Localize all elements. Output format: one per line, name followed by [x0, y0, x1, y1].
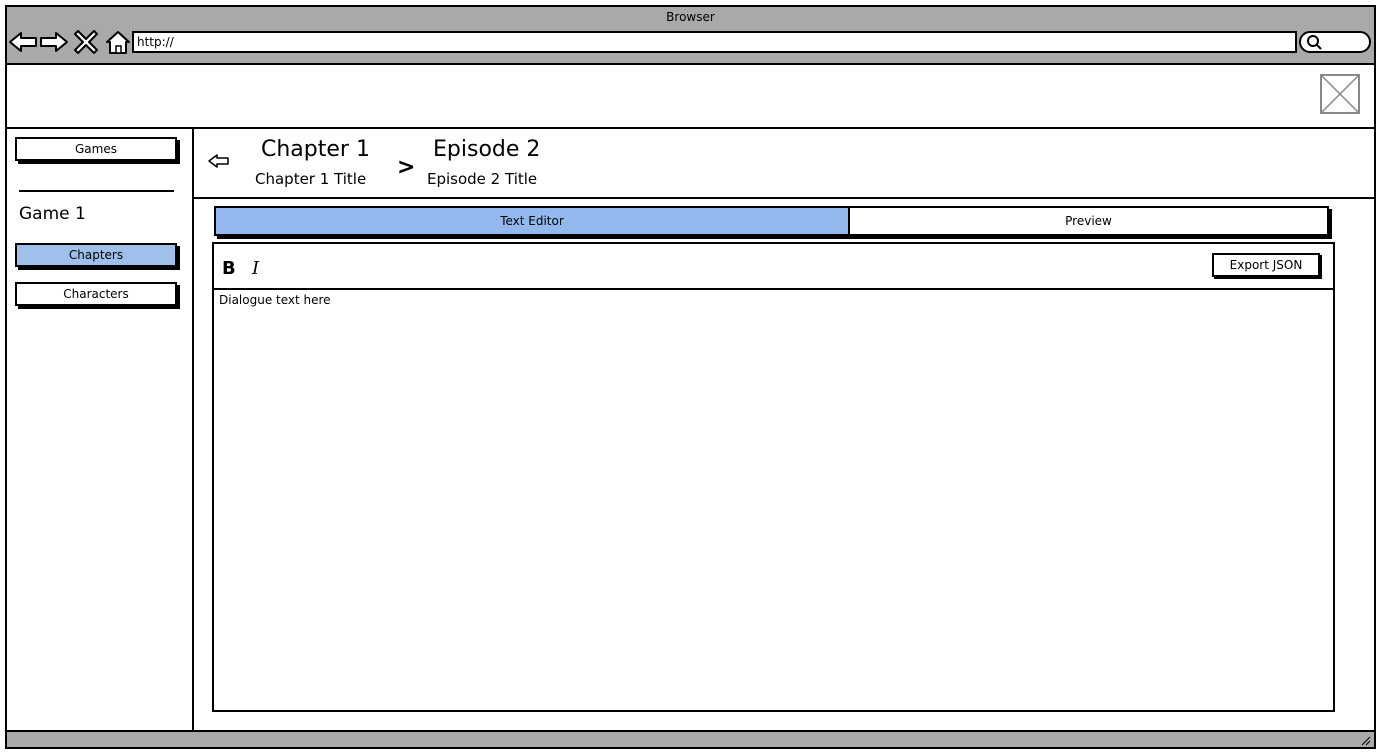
forward-arrow-icon[interactable] — [39, 29, 69, 55]
window-title: Browser — [666, 10, 715, 24]
sidebar: Games Game 1 Chapters Characters — [7, 129, 194, 730]
app-header — [7, 65, 1374, 129]
episode-subtitle: Episode 2 Title — [427, 170, 538, 188]
games-button[interactable]: Games — [15, 137, 177, 161]
bold-button[interactable]: B — [222, 258, 236, 279]
status-bar — [7, 730, 1374, 747]
back-arrow-icon[interactable] — [8, 29, 38, 55]
image-placeholder-icon — [1320, 74, 1360, 114]
breadcrumb-separator: > — [397, 155, 416, 180]
tab-preview[interactable]: Preview — [850, 208, 1327, 234]
episode-title[interactable]: Episode 2 — [433, 137, 540, 162]
resize-grip-icon[interactable] — [1359, 734, 1371, 746]
game-title: Game 1 — [19, 204, 86, 224]
export-json-button[interactable]: Export JSON — [1212, 253, 1320, 277]
editor-toolbar: B I Export JSON — [214, 244, 1333, 290]
search-field[interactable] — [1299, 31, 1371, 53]
dialogue-textarea[interactable]: Dialogue text here — [214, 290, 1333, 710]
text-editor: B I Export JSON Dialogue text here — [212, 242, 1335, 712]
home-icon[interactable] — [105, 29, 131, 55]
back-arrow-icon[interactable] — [208, 153, 230, 169]
chapter-subtitle: Chapter 1 Title — [255, 170, 367, 188]
tab-text-editor[interactable]: Text Editor — [216, 208, 850, 234]
browser-window: Browser http:// Games Game 1 Chapters Ch… — [5, 5, 1376, 749]
browser-chrome: Browser http:// — [7, 7, 1374, 65]
sidebar-divider — [19, 190, 174, 192]
chapter-title[interactable]: Chapter 1 — [261, 137, 370, 162]
editor-tabs: Text Editor Preview — [214, 206, 1329, 236]
italic-button[interactable]: I — [252, 258, 259, 279]
breadcrumb: Chapter 1 Chapter 1 Title > Episode 2 Ep… — [194, 129, 1374, 199]
sidebar-item-chapters[interactable]: Chapters — [15, 243, 177, 267]
sidebar-item-characters[interactable]: Characters — [15, 282, 177, 306]
search-icon — [1307, 35, 1322, 50]
close-x-icon[interactable] — [73, 29, 99, 55]
address-bar[interactable]: http:// — [132, 31, 1297, 53]
